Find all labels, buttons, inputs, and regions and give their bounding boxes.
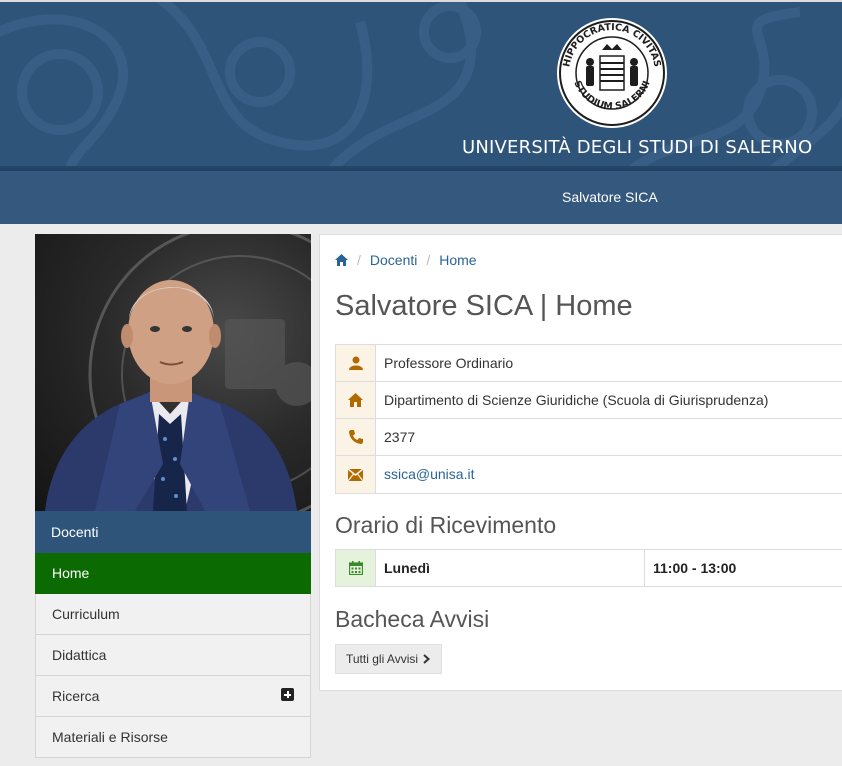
- calendar-icon: [348, 561, 363, 575]
- sidebar-item-label: Materiali e Risorse: [52, 729, 168, 745]
- breadcrumb-home[interactable]: Home: [439, 252, 476, 268]
- phone-icon: [348, 430, 363, 444]
- university-name: UNIVERSITÀ DEGLI STUDI DI SALERNO: [462, 137, 813, 158]
- sidebar-item-home[interactable]: Home: [35, 553, 311, 594]
- person-name-bar: Salvatore SICA: [0, 171, 842, 224]
- info-row-email: ssica@unisa.it: [336, 456, 842, 493]
- info-row-phone: 2377: [336, 419, 842, 456]
- sidebar-item-materiali[interactable]: Materiali e Risorse: [35, 717, 311, 758]
- all-notices-button[interactable]: Tutti gli Avvisi: [335, 644, 442, 674]
- professor-photo: [35, 234, 311, 511]
- email-link[interactable]: ssica@unisa.it: [376, 456, 482, 493]
- sidebar-item-label: Didattica: [52, 647, 107, 663]
- sidebar-item-didattica[interactable]: Didattica: [35, 635, 311, 676]
- office-hours-title: Orario di Ricevimento: [335, 512, 557, 538]
- notices-title: Bacheca Avvisi: [335, 606, 490, 632]
- sidebar-item-label: Ricerca: [52, 688, 100, 704]
- breadcrumb-separator: /: [426, 252, 431, 268]
- all-notices-label: Tutti gli Avvisi: [346, 652, 419, 666]
- university-banner: HIPPOCRATICA CIVITAS STUDIUM SALERNI UNI…: [0, 0, 842, 171]
- contact-info-table: Professore Ordinario Dipartimento di Sci…: [335, 344, 842, 494]
- office-hours-time: 11:00 - 13:00: [653, 560, 737, 576]
- sidebar-item-label: Curriculum: [52, 606, 120, 622]
- role-text: Professore Ordinario: [384, 355, 514, 371]
- breadcrumb-separator: /: [357, 252, 361, 268]
- breadcrumb-docenti[interactable]: Docenti: [370, 252, 417, 268]
- home-icon: [348, 393, 363, 407]
- info-row-department: Dipartimento di Scienze Giuridiche (Scuo…: [336, 382, 842, 419]
- person-name: Salvatore SICA: [562, 189, 658, 205]
- info-row-role: Professore Ordinario: [336, 345, 842, 382]
- user-icon: [348, 356, 363, 370]
- sidebar-menu: Docenti Home Curriculum Didattica Ricerc…: [35, 511, 311, 758]
- chevron-right-icon: [423, 654, 431, 664]
- breadcrumb: / Docenti / Home: [335, 252, 477, 268]
- sidebar-heading: Docenti: [35, 511, 311, 553]
- portrait-illustration: [45, 234, 311, 511]
- page-title: Salvatore SICA | Home: [335, 290, 633, 322]
- envelope-icon: [348, 468, 363, 481]
- phone-text: 2377: [384, 429, 416, 445]
- university-seal-logo: HIPPOCRATICA CIVITAS STUDIUM SALERNI: [557, 18, 667, 128]
- office-hours-day: Lunedì: [376, 550, 645, 586]
- sidebar-item-curriculum[interactable]: Curriculum: [35, 594, 311, 635]
- department-text: Dipartimento di Scienze Giuridiche (Scuo…: [384, 392, 769, 408]
- office-hours-table: Lunedì 11:00 - 13:00: [335, 549, 842, 587]
- sidebar-item-ricerca[interactable]: Ricerca: [35, 676, 311, 717]
- expand-plus-icon[interactable]: [281, 688, 294, 701]
- home-icon[interactable]: [335, 254, 348, 266]
- sidebar-item-label: Home: [52, 565, 90, 581]
